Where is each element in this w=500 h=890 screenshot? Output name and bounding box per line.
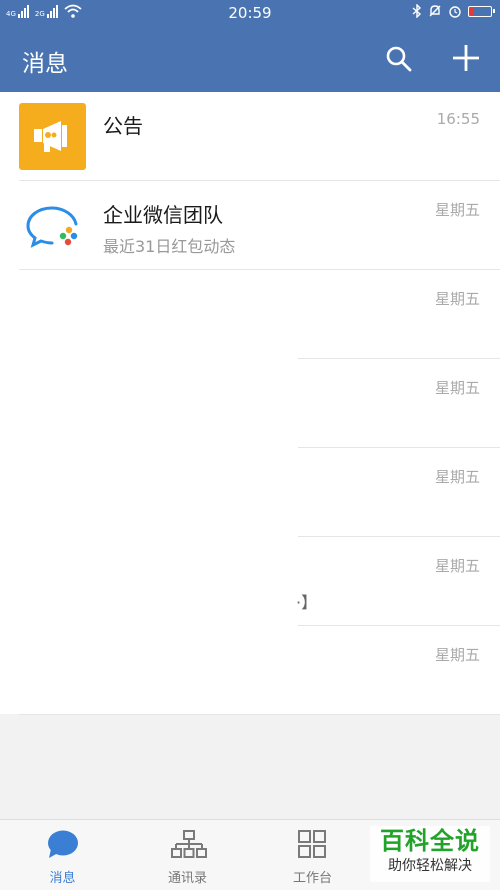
message-preview-fragment: ·】 (296, 593, 318, 612)
message-row[interactable]: ·】 星期五 (0, 537, 500, 626)
tab-label: 通讯录 (167, 871, 207, 886)
watermark-subtitle: 助你轻松解决 (388, 858, 472, 874)
message-row[interactable]: 星期五 (0, 359, 500, 448)
message-preview: 最近31日红包动态 (103, 237, 236, 256)
page-title: 消息 (22, 51, 68, 77)
bell-off-icon (429, 5, 441, 17)
message-time: 16:55 (436, 110, 480, 128)
message-name: 企业微信团队 (103, 203, 223, 227)
status-bar: 4G 2G 20:59 (0, 0, 500, 26)
wecom-logo-icon (19, 192, 86, 259)
watermark-title: 百科全说 (380, 827, 480, 855)
org-chart-icon (171, 830, 207, 858)
grid-icon (298, 830, 326, 858)
search-icon[interactable] (384, 44, 414, 74)
message-time: 星期五 (434, 290, 480, 308)
message-time: 星期五 (434, 557, 480, 575)
megaphone-icon (19, 103, 86, 170)
message-row-wecom-team[interactable]: 企业微信团队 最近31日红包动态 星期五 (0, 181, 500, 270)
message-list: 公告 16:55 企业微信团队 最近31日红包动态 星期五 星期五 星期五 星期… (0, 92, 500, 715)
tab-label: 消息 (49, 871, 76, 886)
bluetooth-icon (412, 4, 422, 18)
message-name: 公告 (103, 114, 143, 138)
watermark: 百科全说 助你轻松解决 (370, 826, 490, 882)
tab-label: 工作台 (292, 871, 332, 886)
message-row[interactable]: 星期五 (0, 448, 500, 537)
alarm-icon (449, 6, 461, 18)
battery-icon (468, 5, 495, 17)
tab-workbench[interactable]: 工作台 (250, 820, 375, 890)
message-row[interactable]: 星期五 (0, 270, 500, 359)
row-divider (19, 714, 500, 715)
header-bar: 消息 (0, 26, 500, 92)
message-time: 星期五 (434, 201, 480, 219)
message-row-announcement[interactable]: 公告 16:55 (0, 92, 500, 181)
message-row[interactable]: 星期五 (0, 626, 500, 715)
message-time: 星期五 (434, 646, 480, 664)
message-time: 星期五 (434, 468, 480, 486)
tab-contacts[interactable]: 通讯录 (125, 820, 250, 890)
chat-bubble-icon (48, 830, 78, 858)
message-time: 星期五 (434, 379, 480, 397)
plus-icon[interactable] (450, 42, 482, 74)
tab-messages[interactable]: 消息 (0, 820, 125, 890)
